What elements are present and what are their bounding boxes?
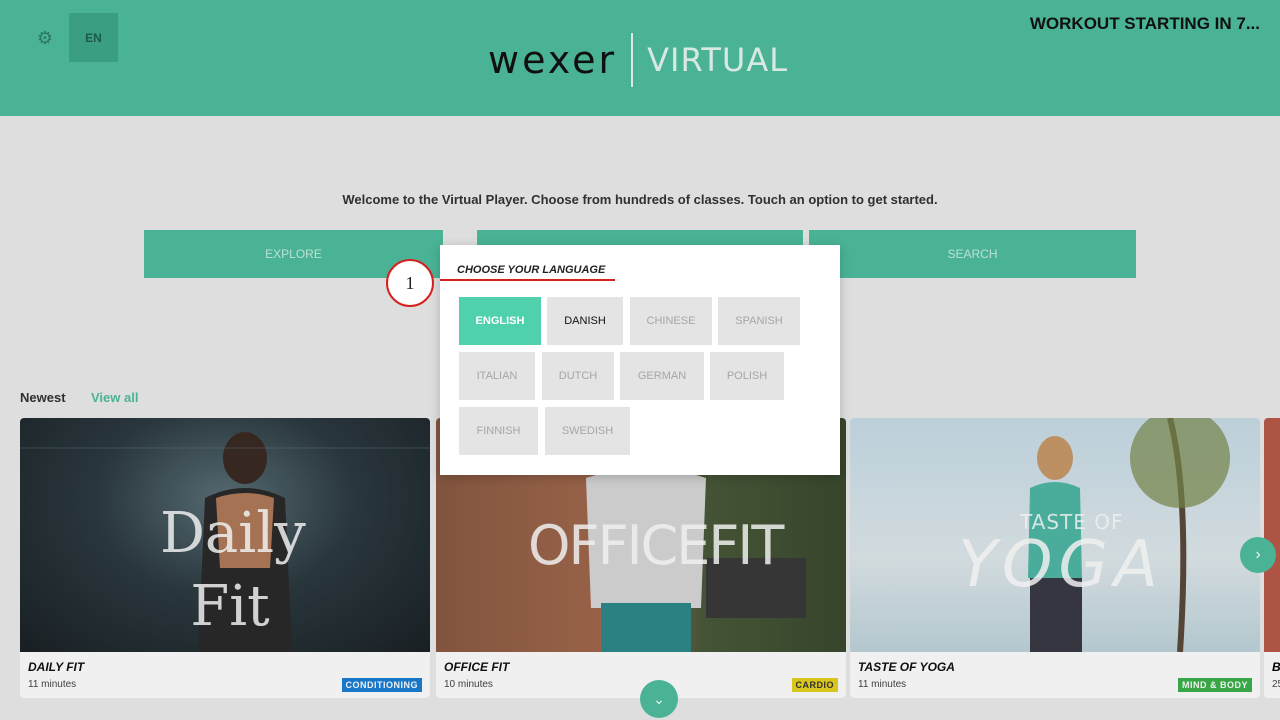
- language-option-italian[interactable]: ITALIAN: [459, 352, 535, 400]
- card-duration: 11 minutes: [858, 679, 907, 690]
- language-option-spanish[interactable]: SPANISH: [718, 297, 800, 345]
- annotation-callout: 1: [386, 259, 434, 307]
- annotation-underline: [440, 279, 615, 281]
- carousel-next-icon[interactable]: ›: [1240, 537, 1276, 573]
- welcome-text: Welcome to the Virtual Player. Choose fr…: [342, 192, 938, 207]
- category-badge: CONDITIONING: [341, 678, 422, 692]
- logo: wexer VIRTUAL: [488, 32, 788, 88]
- card-art-text: YOGA: [958, 528, 1164, 602]
- card-duration: 25: [1272, 679, 1280, 690]
- card-art-text: OFFICEFIT: [528, 514, 784, 577]
- card-title: TASTE OF YOGA: [858, 660, 955, 674]
- class-card[interactable]: TASTE OF YOGA TASTE OF YOGA 11 minutes M…: [850, 418, 1260, 698]
- logo-divider: [631, 33, 634, 87]
- workout-countdown: WORKOUT STARTING IN 7...: [1029, 14, 1260, 33]
- settings-gear-icon[interactable]: ⚙: [30, 23, 60, 53]
- card-title: OFFICE FIT: [444, 660, 510, 674]
- language-button[interactable]: EN: [69, 13, 118, 62]
- language-option-swedish[interactable]: SWEDISH: [545, 407, 630, 455]
- class-thumbnail: Daily Fit: [20, 418, 430, 652]
- language-option-dutch[interactable]: DUTCH: [542, 352, 614, 400]
- scroll-down-icon[interactable]: ⌄: [640, 680, 678, 718]
- logo-brand: wexer: [488, 38, 618, 82]
- category-badge: MIND & BODY: [1178, 678, 1252, 692]
- language-option-polish[interactable]: POLISH: [710, 352, 784, 400]
- app-header: ⚙ EN wexer VIRTUAL WORKOUT STARTING IN 7…: [0, 0, 1280, 116]
- card-title: DAILY FIT: [28, 660, 85, 674]
- language-option-finnish[interactable]: FINNISH: [459, 407, 538, 455]
- category-badge: CARDIO: [791, 678, 838, 692]
- search-button[interactable]: SEARCH: [809, 230, 1136, 278]
- card-title: B: [1272, 660, 1280, 674]
- logo-product: VIRTUAL: [647, 41, 789, 79]
- class-thumbnail: TASTE OF YOGA: [850, 418, 1260, 652]
- language-option-chinese[interactable]: CHINESE: [630, 297, 712, 345]
- language-dialog: CHOOSE YOUR LANGUAGE ENGLISH DANISH CHIN…: [440, 245, 840, 475]
- card-art-text: Daily Fit: [160, 501, 306, 639]
- class-card[interactable]: Daily Fit DAILY FIT 11 minutes CONDITION…: [20, 418, 430, 698]
- language-option-english[interactable]: ENGLISH: [459, 297, 541, 345]
- card-duration: 10 minutes: [444, 679, 493, 690]
- dialog-title: CHOOSE YOUR LANGUAGE: [457, 264, 606, 276]
- card-duration: 11 minutes: [28, 679, 77, 690]
- view-all-link[interactable]: View all: [91, 390, 138, 405]
- section-title: Newest: [20, 390, 66, 405]
- language-option-german[interactable]: GERMAN: [620, 352, 704, 400]
- class-thumbnail: [1264, 418, 1280, 652]
- language-option-danish[interactable]: DANISH: [547, 297, 623, 345]
